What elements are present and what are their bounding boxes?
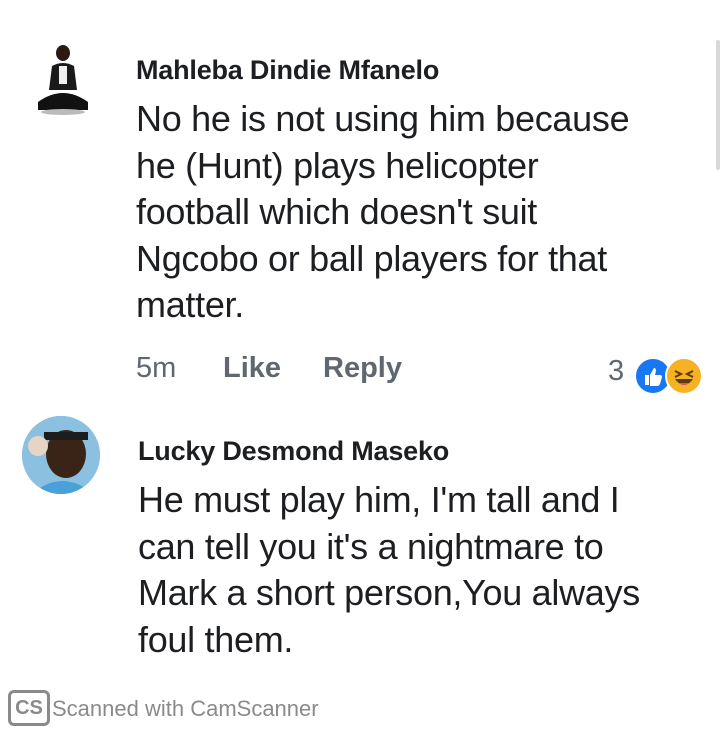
previous-comment-fragment <box>165 0 172 15</box>
watermark-text: Scanned with CamScanner <box>52 696 319 721</box>
comment-timestamp: 5m <box>136 352 177 384</box>
comment-text: He must play him, I'm tall and I can tel… <box>138 479 640 660</box>
avatar[interactable] <box>22 416 100 494</box>
haha-icon <box>665 357 703 395</box>
avatar[interactable] <box>30 40 96 116</box>
reply-button[interactable]: Reply <box>323 352 402 385</box>
comment-author[interactable]: Mahleba Dindie Mfanelo <box>136 55 439 86</box>
reaction-count: 3 <box>608 355 625 387</box>
camscanner-logo: CS <box>8 690 50 726</box>
scrollbar[interactable] <box>716 40 720 170</box>
person-icon <box>38 45 88 115</box>
comment-author[interactable]: Lucky Desmond Maseko <box>138 436 449 467</box>
comment-text: No he is not using him because he (Hunt)… <box>136 98 630 325</box>
profile-photo <box>22 416 100 494</box>
like-button[interactable]: Like <box>223 352 281 385</box>
